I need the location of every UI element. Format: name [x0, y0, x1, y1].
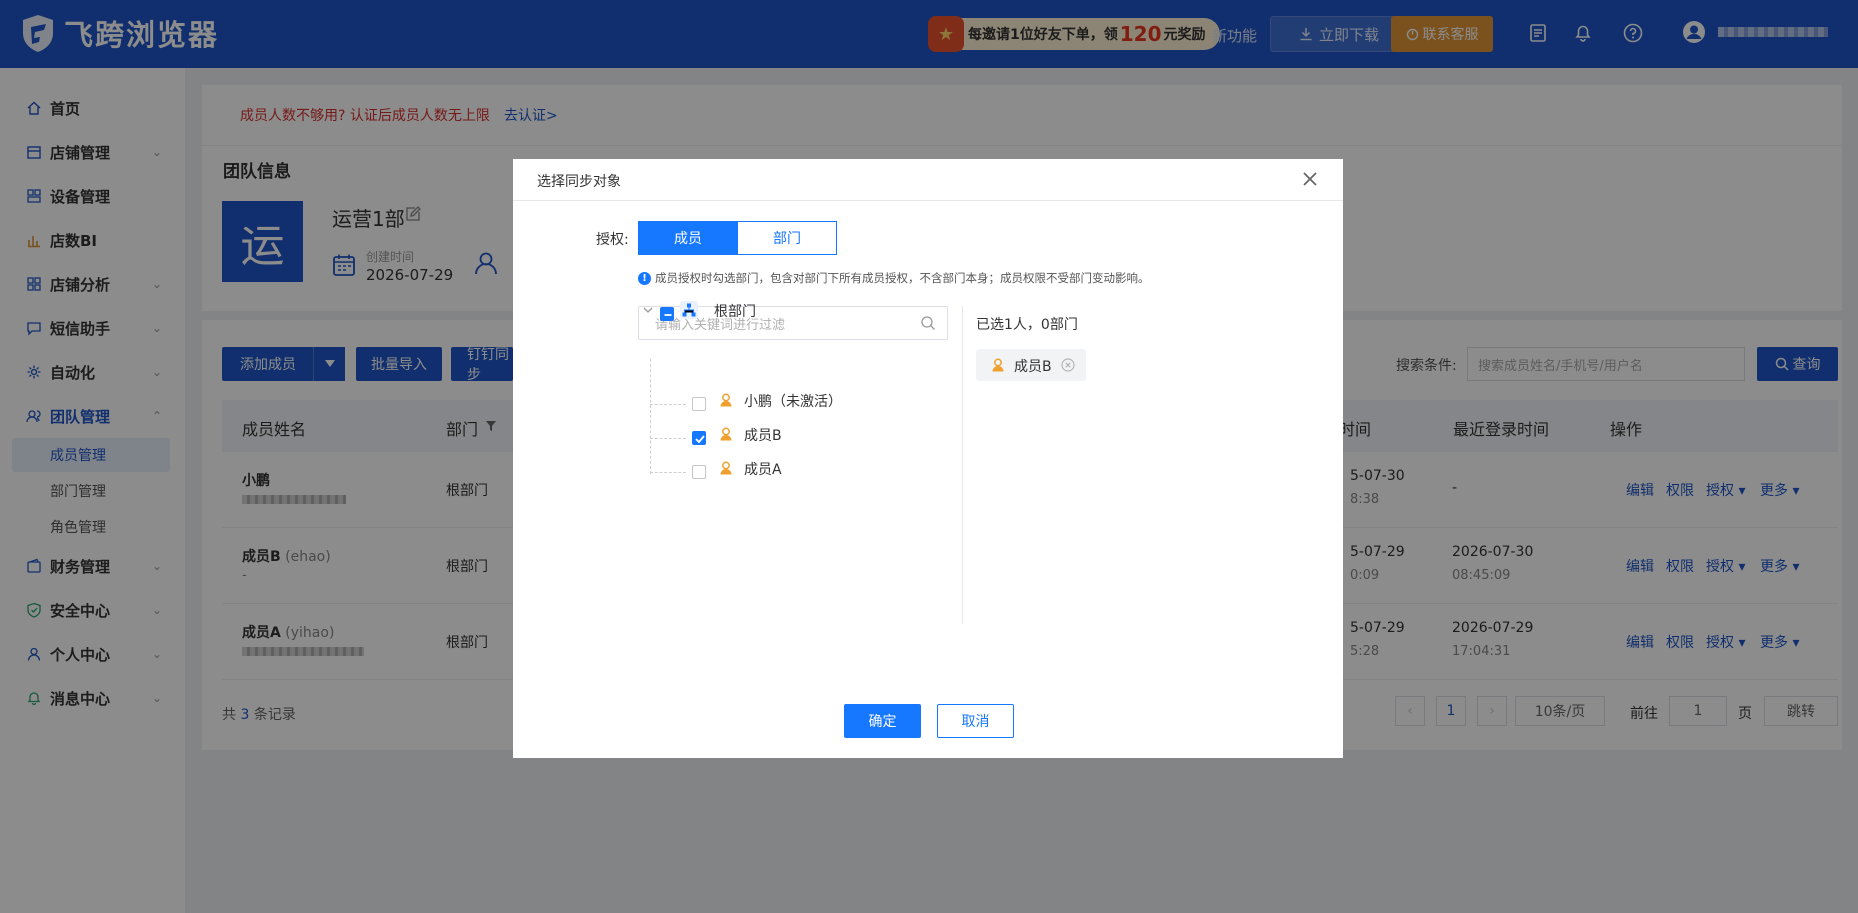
selected-tag: 成员B [976, 349, 1086, 381]
member-checkbox-a[interactable] [692, 465, 706, 479]
tree-spacer [689, 360, 729, 385]
selected-summary: 已选1人，0部门 [976, 317, 1078, 333]
tree-node-member[interactable]: 成员B [744, 425, 782, 445]
tree-node-member[interactable]: 成员A [744, 459, 782, 479]
member-checkbox-xiaopeng[interactable] [692, 397, 706, 411]
panel-divider [962, 306, 963, 624]
tree-connector [650, 472, 686, 473]
info-icon: ! [638, 271, 651, 285]
tab-department[interactable]: 部门 [737, 221, 837, 255]
tree-node-root[interactable]: 根部门 [714, 301, 756, 321]
member-checkbox-b[interactable] [692, 431, 706, 445]
close-icon[interactable] [1300, 169, 1320, 189]
tree-connector [650, 404, 686, 405]
chevron-down-icon[interactable] [642, 304, 654, 316]
confirm-button[interactable]: 确定 [844, 704, 921, 738]
member-person-icon [720, 393, 732, 407]
auth-hint-text: 成员授权时勾选部门，包含对部门下所有成员授权，不含部门本身；成员权限不受部门变动… [655, 271, 1150, 285]
tab-member[interactable]: 成员 [638, 221, 738, 255]
auth-hint: ! 成员授权时勾选部门，包含对部门下所有成员授权，不含部门本身；成员权限不受部门… [638, 270, 1150, 286]
root-checkbox-indeterminate[interactable] [660, 307, 674, 321]
member-person-icon [720, 427, 732, 441]
auth-label: 授权: [596, 232, 629, 248]
search-icon [921, 316, 935, 330]
select-sync-target-dialog: 选择同步对象 授权: 成员 部门 ! 成员授权时勾选部门，包含对部门下所有成员授… [513, 159, 1343, 758]
member-person-icon [720, 461, 732, 475]
tree-node-member[interactable]: 小鹏（未激活） [744, 391, 842, 411]
tree-connector [650, 438, 686, 439]
member-person-icon [992, 358, 1004, 372]
selected-tag-label: 成员B [1014, 359, 1052, 375]
org-tree-icon [680, 301, 698, 319]
remove-tag-icon[interactable] [1061, 358, 1075, 372]
cancel-button[interactable]: 取消 [937, 704, 1014, 738]
dialog-title: 选择同步对象 [537, 174, 621, 190]
tree-connector [650, 359, 651, 474]
dialog-header: 选择同步对象 [513, 159, 1343, 201]
